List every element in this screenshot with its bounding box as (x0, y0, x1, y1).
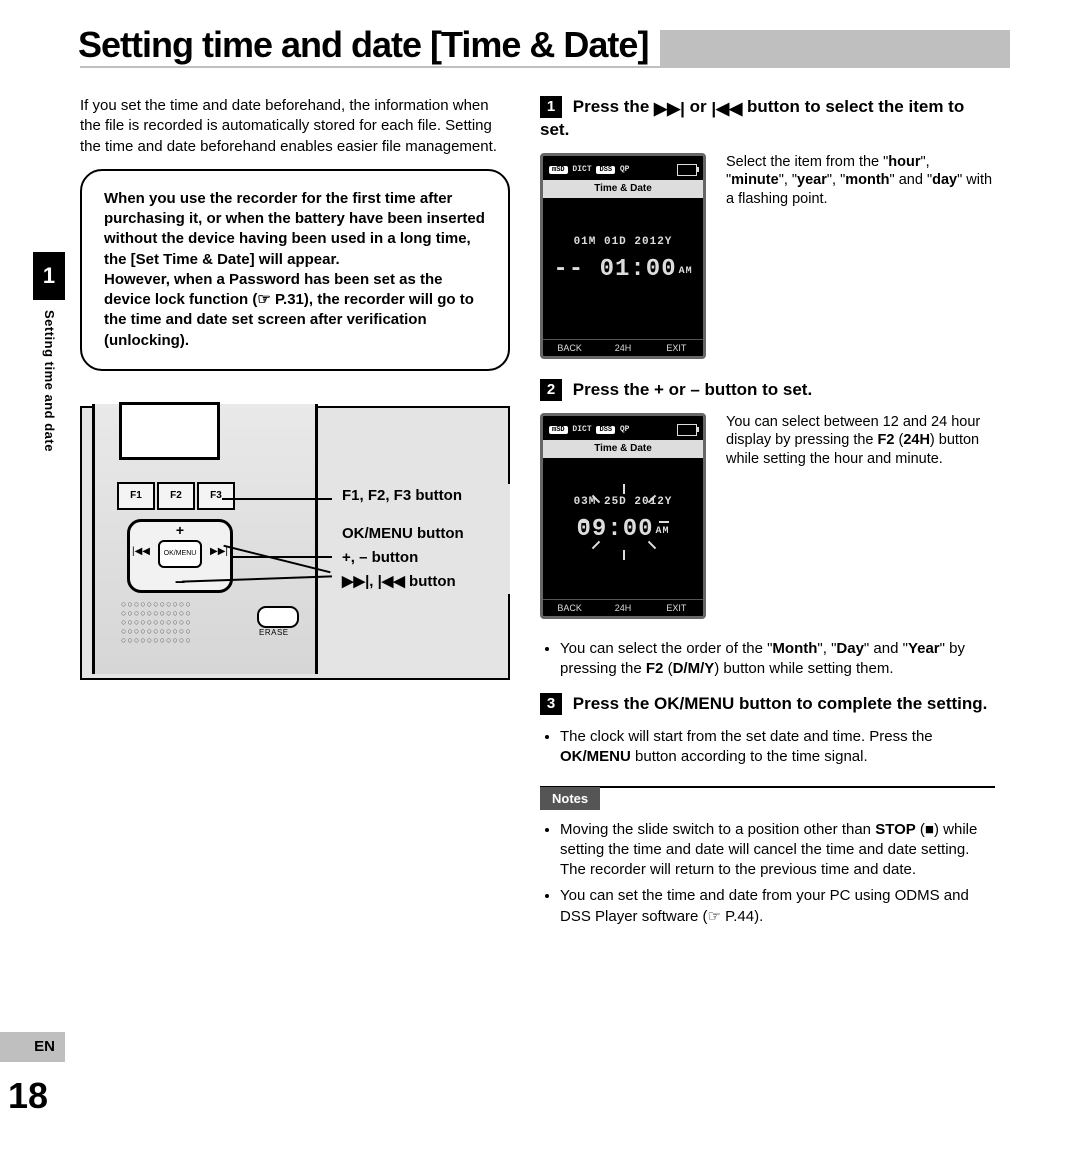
lcd-softkey-back: BACK (543, 599, 596, 613)
lcd-softkey-exit: EXIT (650, 599, 703, 613)
intro-paragraph: If you set the time and date beforehand,… (80, 96, 510, 157)
lcd-softkey-24h: 24H (596, 599, 649, 613)
diagram-navpad: + |◀◀ OK/MENU ▶▶| – (127, 519, 233, 593)
step2-lcd: mSD DICT DSS QP Time & Date 03M 25D 2012… (540, 413, 706, 619)
notes-item: You can set the time and date from your … (560, 886, 995, 927)
section-vertical-label: Setting time and date (42, 310, 57, 452)
left-rail: 1 Setting time and date EN 18 (0, 0, 65, 1157)
diagram-f2-key: F2 (157, 482, 195, 510)
lcd-softkey-back: BACK (543, 339, 596, 353)
language-tab: EN (0, 1032, 65, 1062)
step1-side-note: Select the item from the "hour", "minute… (726, 153, 995, 359)
lcd-softkey-exit: EXIT (650, 339, 703, 353)
page-number: 18 (8, 1075, 48, 1117)
diagram-label-okmenu: OK/MENU button (342, 522, 510, 546)
device-diagram: F1 F2 F3 + |◀◀ OK/MENU ▶▶| – ○○○○○○○○○○○… (80, 406, 510, 680)
diagram-f1-key: F1 (117, 482, 155, 510)
step3-heading: 3 Press the OK/MENU button to complete t… (540, 693, 995, 715)
step2-bullet: You can select the order of the "Month",… (560, 639, 995, 680)
step3-bullet: The clock will start from the set date a… (560, 727, 995, 768)
diagram-label-plusminus: +, – button (342, 546, 510, 570)
step1-heading: 1 Press the ▶▶| or |◀◀ button to select … (540, 96, 995, 141)
diagram-label-ffrew: ▶▶|, |◀◀ button (342, 570, 510, 594)
diagram-f3-key: F3 (197, 482, 235, 510)
notes-item: Moving the slide switch to a position ot… (560, 820, 995, 881)
section-number-tab: 1 (33, 252, 65, 300)
page-title: Setting time and date [Time & Date] (78, 24, 660, 66)
step2-side-note: You can select between 12 and 24 hour di… (726, 413, 995, 619)
step1-lcd: mSD DICT DSS QP Time & Date 01M 01D 2012… (540, 153, 706, 359)
diagram-erase-label: ERASE (259, 628, 289, 637)
first-use-note-box: When you use the recorder for the first … (80, 169, 510, 371)
diagram-label-fkeys: F1, F2, F3 button (342, 484, 510, 508)
notes-label: Notes (540, 787, 600, 810)
step2-heading: 2 Press the + or – button to set. (540, 379, 995, 401)
lcd-softkey-24h: 24H (596, 339, 649, 353)
